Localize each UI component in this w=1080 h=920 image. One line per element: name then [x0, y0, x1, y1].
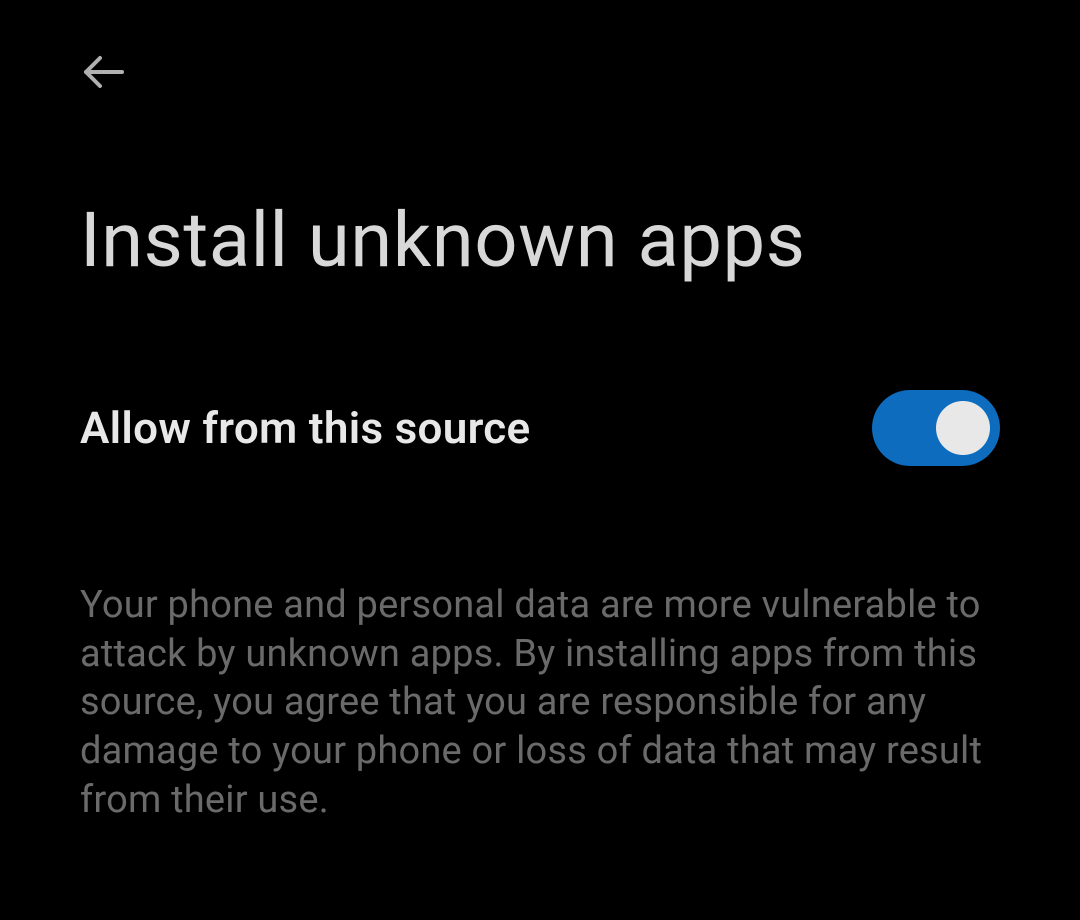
arrow-left-icon — [80, 48, 128, 100]
setting-label: Allow from this source — [80, 402, 531, 454]
header — [0, 0, 1080, 100]
toggle-allow-source[interactable] — [872, 390, 1000, 466]
page-title: Install unknown apps — [0, 100, 1080, 285]
back-button[interactable] — [80, 48, 128, 100]
setting-row-allow-source[interactable]: Allow from this source — [0, 285, 1080, 466]
toggle-knob — [936, 401, 990, 455]
warning-description: Your phone and personal data are more vu… — [0, 466, 1080, 824]
